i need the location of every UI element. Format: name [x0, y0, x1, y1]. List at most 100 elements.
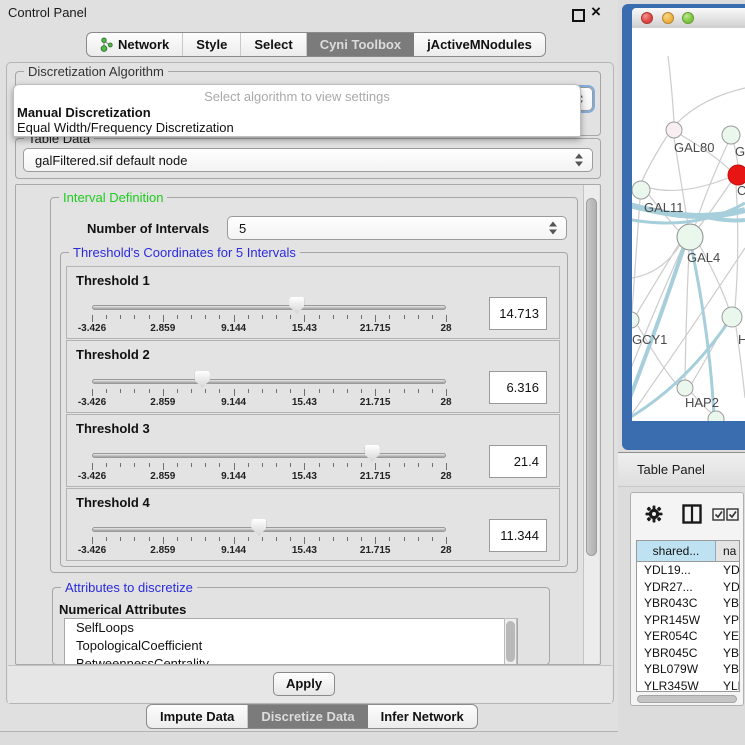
tick-mark	[304, 389, 305, 396]
mac-close-icon[interactable]	[641, 12, 653, 24]
cell-shared-name[interactable]: YER054C	[637, 628, 715, 645]
tick-mark	[262, 537, 263, 541]
threshold-slider-thumb[interactable]	[289, 297, 304, 314]
cell-name[interactable]: YLR3	[715, 678, 739, 693]
threshold-slider-thumb[interactable]	[251, 519, 266, 536]
number-of-intervals-combobox[interactable]: 5	[227, 216, 567, 240]
cell-name[interactable]: YDR2	[715, 579, 739, 596]
cell-shared-name[interactable]: YLR345W	[637, 678, 715, 693]
table-row[interactable]: YDR27...YDR2	[637, 579, 739, 596]
threshold-value-field[interactable]: 6.316	[489, 371, 547, 404]
tick-mark	[333, 537, 334, 541]
dropdown-placeholder-item[interactable]: Select algorithm to view settings	[14, 89, 580, 104]
cell-shared-name[interactable]: YBL079W	[637, 661, 715, 678]
tick-label: 15.43	[292, 397, 317, 408]
column-header-name[interactable]: na	[716, 541, 739, 561]
threshold-value-field[interactable]: 21.4	[489, 445, 547, 478]
node-gal4[interactable]	[677, 224, 703, 250]
cell-name[interactable]: YBL0	[715, 661, 739, 678]
apply-button[interactable]: Apply	[273, 672, 335, 696]
threshold-slider-track[interactable]	[92, 527, 446, 532]
node-top-right[interactable]	[722, 126, 740, 144]
cell-shared-name[interactable]: YDL19...	[637, 562, 715, 579]
float-window-icon[interactable]	[572, 9, 585, 22]
table-row[interactable]: YBL079WYBL0	[637, 661, 739, 678]
close-icon[interactable]: ×	[591, 2, 601, 22]
tick-mark	[262, 389, 263, 393]
cell-shared-name[interactable]: YDR27...	[637, 579, 715, 596]
cell-name[interactable]: YPR1	[715, 612, 739, 629]
cell-name[interactable]: YBR0	[715, 645, 739, 662]
cell-shared-name[interactable]: YBR043C	[637, 595, 715, 612]
node-gal80[interactable]	[666, 122, 682, 138]
tick-mark	[149, 537, 150, 541]
table-row[interactable]: YBR045CYBR0	[637, 645, 739, 662]
tab-jactivemnodules[interactable]: jActiveMNodules	[414, 33, 545, 56]
threshold-value-field[interactable]: 11.344	[489, 519, 547, 552]
cell-shared-name[interactable]: YBR045C	[637, 645, 715, 662]
tab-impute-data[interactable]: Impute Data	[147, 705, 248, 728]
column-header-shared-name[interactable]: shared...	[637, 541, 716, 561]
tick-mark	[92, 389, 93, 396]
settings-scrollbar-track[interactable]	[583, 185, 599, 664]
cell-name[interactable]: YER0	[715, 628, 739, 645]
split-view-icon[interactable]	[682, 504, 702, 524]
tab-style[interactable]: Style	[183, 33, 241, 56]
tick-mark	[404, 463, 405, 467]
tick-label: 9.144	[221, 471, 246, 482]
tab-discretize-data[interactable]: Discretize Data	[248, 705, 367, 728]
table-row[interactable]: YDL19...YDL1	[637, 562, 739, 579]
attribute-list-item[interactable]: BetweennessCentrality	[65, 655, 517, 665]
node-hap2[interactable]	[677, 380, 693, 396]
network-canvas[interactable]: GAL80 GAL11 GAL4 GCY1 HAP2 G C H	[632, 28, 745, 421]
threshold-slider-thumb[interactable]	[365, 445, 380, 462]
table-header-row: shared... na	[637, 541, 739, 562]
table-row[interactable]: YBR043CYBR0	[637, 595, 739, 612]
tab-cyni-toolbox[interactable]: Cyni Toolbox	[307, 33, 414, 56]
node-gal11[interactable]	[632, 181, 650, 199]
tick-mark	[219, 537, 220, 541]
tick-mark	[120, 315, 121, 319]
cyni-toolbox-panel: Discretization Algorithm Select algorith…	[6, 62, 614, 704]
table-row[interactable]: YER054CYER0	[637, 628, 739, 645]
attributes-list-scrollbar[interactable]	[504, 618, 517, 665]
gear-icon[interactable]	[645, 505, 663, 523]
threshold-slider-track[interactable]	[92, 305, 446, 310]
table-row[interactable]: YLR345WYLR3	[637, 678, 739, 693]
table-data-combobox[interactable]: galFiltered.sif default node	[23, 148, 593, 172]
tick-mark	[432, 537, 433, 541]
dropdown-option-equal-width-frequency[interactable]: Equal Width/Frequency Discretization	[17, 120, 234, 135]
network-window-titlebar[interactable]	[632, 8, 745, 29]
tick-mark	[219, 389, 220, 393]
tick-mark	[191, 537, 192, 541]
node-gcy1[interactable]	[632, 312, 639, 328]
threshold-slider-thumb[interactable]	[195, 371, 210, 388]
threshold-slider-track[interactable]	[92, 379, 446, 384]
mac-zoom-icon[interactable]	[682, 12, 694, 24]
tab-infer-network[interactable]: Infer Network	[368, 705, 477, 728]
tick-mark	[134, 463, 135, 467]
cell-shared-name[interactable]: YPR145W	[637, 612, 715, 629]
threshold-value-field[interactable]: 14.713	[489, 297, 547, 330]
threshold-panel: Threshold 3 -3.4262.8599.14415.4321.7152…	[66, 414, 560, 487]
tab-select[interactable]: Select	[241, 33, 306, 56]
dropdown-option-manual-discretization[interactable]: Manual Discretization	[17, 105, 151, 120]
attribute-list-item[interactable]: TopologicalCoefficient	[65, 637, 517, 655]
cell-name[interactable]: YBR0	[715, 595, 739, 612]
table-horizontal-scrollbar[interactable]	[637, 695, 737, 703]
cell-name[interactable]: YDL1	[715, 562, 739, 579]
numerical-attributes-label: Numerical Attributes	[59, 602, 186, 617]
threshold-slider-track[interactable]	[92, 453, 446, 458]
tab-network[interactable]: Network	[87, 33, 183, 56]
node-selected-red[interactable]	[728, 165, 745, 185]
table-row[interactable]: YPR145WYPR1	[637, 612, 739, 629]
mac-minimize-icon[interactable]	[662, 12, 674, 24]
attribute-list-item[interactable]: SelfLoops	[65, 619, 517, 637]
numerical-attributes-list[interactable]: SelfLoopsTopologicalCoefficientBetweenne…	[64, 618, 518, 665]
node-right[interactable]	[722, 307, 742, 327]
tick-mark	[234, 537, 235, 544]
tick-mark	[191, 315, 192, 319]
tick-mark	[290, 537, 291, 541]
settings-scrollbar-thumb[interactable]	[586, 198, 597, 556]
column-checkboxes-icon[interactable]	[712, 508, 739, 521]
